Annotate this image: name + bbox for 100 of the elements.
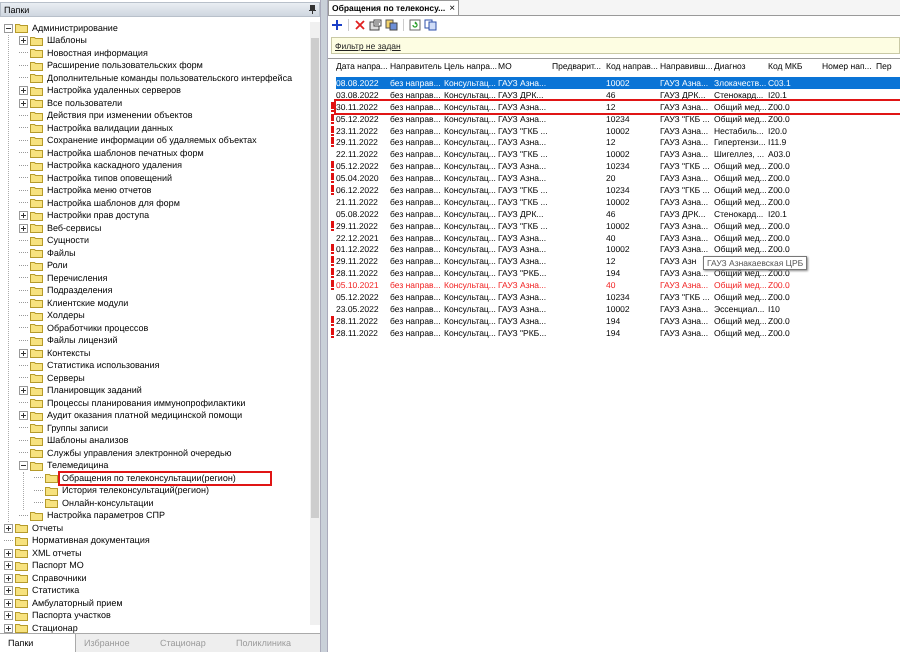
selected-row[interactable]: 08.08.2022 без направ... Консультац... ГАУЗ Азна... 10002 ГАУЗ Азна... Злокачеств... C03.1 [336,77,900,89]
collapse-icon[interactable] [4,24,13,33]
tree-item[interactable]: Подразделения [45,285,114,296]
expand-icon[interactable] [19,211,28,220]
column-header[interactable]: Диагноз [714,61,746,71]
scrollbar[interactable] [310,22,320,625]
tree-item[interactable]: Справочники [30,572,89,584]
tree-item[interactable]: Статистика [30,585,82,596]
tree-item[interactable]: Шаблоны [45,35,89,46]
column-header[interactable]: Дата напра... [336,61,388,71]
column-header[interactable]: Код МКБ [768,61,802,71]
tree-item[interactable]: Амбулаторный прием [30,598,125,609]
tree-item[interactable]: Паспорт МО [30,560,86,572]
close-icon[interactable]: × [449,2,456,14]
tree-item[interactable]: Перечисления [45,272,110,284]
tree-item[interactable]: Планировщик заданий [45,385,144,396]
tree-item[interactable]: Все пользователи [45,98,124,109]
table-cell: Консультац... [444,161,496,172]
expand-icon[interactable] [4,586,13,596]
expand-icon[interactable] [19,348,28,358]
tree-item[interactable]: Процессы планирования иммунопрофилактики [45,398,248,409]
expand-icon[interactable] [19,98,28,108]
tree-item[interactable]: Паспорта участков [30,610,113,622]
tree-item[interactable]: Клиентские модули [45,298,130,309]
column-header[interactable]: Цель напра... [444,61,498,71]
expand-icon[interactable] [19,386,28,396]
tree-item[interactable]: Онлайн-консультации [60,498,156,509]
tree-item[interactable]: Отчеты [30,522,66,534]
folder-icon [30,236,43,246]
tree-item[interactable]: Телемедицина [45,460,110,472]
tree-item[interactable]: Веб-сервисы [45,222,104,234]
properties-icon[interactable] [369,19,382,31]
column-header[interactable]: Предварит... [552,61,601,71]
tree-item[interactable]: Настройка шаблонов печатных форм [45,148,206,159]
column-header[interactable]: Код направ... [606,61,658,71]
tree-item[interactable]: Настройка меню отчетов [45,185,154,196]
tree-item[interactable]: История телеконсультаций(регион) [60,485,211,496]
tree-item[interactable]: Настройка типов оповещений [45,172,174,184]
column-header[interactable]: Пер [876,61,892,71]
tree-item[interactable]: Нормативная документация [30,535,152,546]
column-header[interactable]: Направивш... [660,61,713,71]
folder-icon [30,60,43,71]
tree-item[interactable]: Шаблоны анализов [45,435,130,446]
table-cell: без направ... [390,102,441,112]
table-cell: ГАУЗ Азна... [660,173,708,184]
tree-item[interactable]: Файлы [45,248,78,259]
tree-item[interactable]: Службы управления электронной очередью [45,448,234,459]
documents-icon[interactable] [385,19,398,31]
expand-icon[interactable] [4,624,13,633]
table-cell: без направ... [390,196,441,207]
expand-icon[interactable] [4,524,13,533]
document-tab[interactable]: Обращения по телеконсу... × [328,0,460,15]
tree-item[interactable]: Настройка шаблонов для форм [45,198,182,209]
folder-icon [30,423,43,434]
refresh-icon[interactable] [409,19,421,31]
tree-item[interactable]: Роли [45,260,70,272]
delete-icon[interactable] [354,19,366,31]
expand-icon[interactable] [19,86,28,96]
tree-item[interactable]: Расширение пользовательских форм [45,60,205,72]
tree-item[interactable]: Дополнительные команды пользовательского интерфейса [45,72,294,84]
tree-item[interactable]: Обращения по телеконсультации(регион) [60,472,270,484]
tree-item[interactable]: Настройка удаленных серверов [45,85,183,96]
tree-item[interactable]: Аудит оказания платной медицинской помощи [45,410,244,422]
tree-item[interactable]: Новостная информация [45,48,150,59]
table-cell: ГАУЗ "ГКБ ... [660,292,710,302]
add-icon[interactable] [331,19,343,31]
expand-icon[interactable] [4,548,13,558]
pin-icon[interactable] [309,5,316,14]
tree-item[interactable]: Настройка параметров СПР [45,510,167,522]
expand-icon[interactable] [19,411,28,420]
column-header[interactable]: МО [498,61,512,71]
table-cell: 28.11.2022 [336,316,378,326]
tree-item[interactable]: Сохранение информации об удаляемых объектах [45,135,259,146]
copy-icon[interactable] [424,19,437,31]
tree-item[interactable]: Стационар [30,622,80,633]
tree-item[interactable]: Настройка каскадного удаления [45,160,184,172]
tree-item[interactable]: Холдеры [45,310,87,322]
expand-icon[interactable] [4,611,13,620]
tree-item[interactable]: Статистика использования [45,360,162,372]
column-header[interactable]: Направитель [390,61,442,71]
tree-item[interactable]: Настройки прав доступа [45,210,152,222]
column-header[interactable]: Номер нап... [822,61,872,71]
tree-item[interactable]: Контексты [45,348,92,359]
tree-item[interactable]: Обработчики процессов [45,322,150,334]
expand-icon[interactable] [4,598,13,608]
expand-icon[interactable] [19,224,28,233]
collapse-icon[interactable] [19,461,28,470]
tree-item[interactable]: Группы записи [45,422,110,434]
tree-item[interactable]: Действия при изменении объектов [45,110,195,122]
filter-link[interactable]: Фильтр не задан [335,40,401,50]
tree-item[interactable]: Файлы лицензий [45,335,120,346]
expand-icon[interactable] [4,561,13,570]
tree-item[interactable]: Серверы [45,372,87,384]
expand-icon[interactable] [19,36,28,46]
tree-item[interactable]: Сущности [45,235,92,246]
tree-item[interactable]: XML отчеты [30,548,84,559]
panel-tab[interactable]: Папки [0,634,76,652]
tree-item[interactable]: Настройка валидации данных [45,122,175,134]
tree-item[interactable]: Администрирование [30,22,120,34]
expand-icon[interactable] [4,574,13,583]
